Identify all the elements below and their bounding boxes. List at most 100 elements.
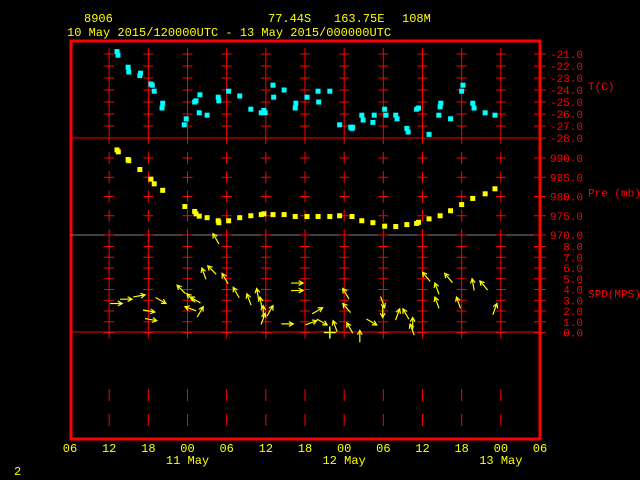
temperature-point bbox=[292, 105, 298, 111]
temperature-point bbox=[471, 105, 477, 111]
temperature-point bbox=[492, 112, 498, 118]
temperature-point bbox=[315, 88, 321, 94]
y-tick-label: 0.0 bbox=[563, 329, 583, 341]
pressure-point bbox=[416, 219, 422, 225]
x-tick-label: 18 bbox=[298, 442, 312, 456]
temperature-point bbox=[359, 112, 365, 118]
wind-arrow bbox=[260, 311, 267, 325]
temperature-point bbox=[270, 82, 276, 88]
pressure-point bbox=[248, 213, 254, 219]
station-id: 8906 bbox=[84, 12, 113, 26]
data-marks bbox=[110, 49, 499, 343]
y-tick-label: -25.0 bbox=[550, 98, 583, 110]
wind-arrow bbox=[110, 300, 124, 307]
temperature-point bbox=[226, 88, 232, 94]
x-tick-label: 06 bbox=[219, 442, 233, 456]
y-tick-label: -21.0 bbox=[550, 50, 583, 62]
x-tick-label: 18 bbox=[454, 442, 468, 456]
x-day-label: 11 May bbox=[166, 454, 209, 468]
wind-arrow bbox=[120, 296, 134, 303]
pressure-point bbox=[226, 218, 232, 224]
temperature-point bbox=[237, 93, 243, 99]
temperature-point bbox=[482, 110, 488, 116]
temperature-point bbox=[383, 112, 389, 118]
panel-label: Pre (mb) bbox=[588, 189, 640, 201]
pressure-point bbox=[281, 212, 287, 218]
temperature-point bbox=[125, 64, 131, 70]
pressure-point bbox=[359, 218, 365, 224]
y-tick-label: -22.0 bbox=[550, 62, 583, 74]
wind-arrow bbox=[443, 272, 453, 283]
temperature-point bbox=[293, 100, 299, 106]
temperature-point bbox=[416, 105, 422, 111]
panel-label: T(C) bbox=[588, 82, 614, 94]
wind-arrow bbox=[316, 318, 329, 326]
pressure-point bbox=[270, 212, 276, 218]
y-tick-label: -24.0 bbox=[550, 86, 583, 98]
temperature-point bbox=[149, 82, 155, 88]
y-tick-label: 985.0 bbox=[550, 173, 583, 185]
wind-arrow bbox=[433, 295, 440, 309]
wind-arrow bbox=[408, 322, 415, 336]
x-axis: 06 12 18 00 06 12 18 00 06 12 18 00 0611 May 12 May 13… bbox=[63, 442, 547, 468]
wind-arrow bbox=[232, 286, 240, 299]
temperature-point bbox=[137, 73, 143, 79]
period-label: 10 May 2015/120000UTC - 13 May 2015/0000… bbox=[67, 26, 391, 40]
wind-arrow bbox=[291, 280, 305, 286]
wind-arrow bbox=[311, 307, 324, 315]
pressure-point bbox=[448, 208, 454, 214]
temperature-point bbox=[460, 82, 466, 88]
temperature-point bbox=[349, 125, 355, 131]
pressure-point bbox=[327, 214, 333, 220]
wind-arrow bbox=[133, 292, 147, 299]
wind-arrow bbox=[200, 266, 207, 280]
pressure-point bbox=[160, 187, 166, 193]
temperature-point bbox=[426, 131, 432, 137]
wind-arrow bbox=[394, 307, 401, 321]
y-tick-label: -28.0 bbox=[550, 134, 583, 146]
temperature-point bbox=[405, 129, 411, 135]
x-tick-label: 06 bbox=[376, 442, 390, 456]
wind-arrow bbox=[245, 292, 252, 306]
temperature-point bbox=[126, 69, 132, 75]
wind-arrow bbox=[155, 296, 168, 305]
y-tick-label: -27.0 bbox=[550, 122, 583, 134]
pressure-point bbox=[437, 213, 443, 219]
temperature-point bbox=[448, 116, 454, 122]
pressure-point bbox=[492, 186, 498, 192]
y-tick-label: -26.0 bbox=[550, 110, 583, 122]
pressure-point bbox=[182, 204, 188, 210]
temperature-point bbox=[115, 52, 121, 58]
pressure-point bbox=[315, 214, 321, 220]
pressure-point bbox=[237, 215, 243, 221]
x-day-label: 12 May bbox=[323, 454, 366, 468]
x-day-label: 13 May bbox=[479, 454, 522, 468]
pressure-point bbox=[470, 195, 476, 201]
pressure-point bbox=[137, 167, 143, 173]
wind-arrow bbox=[421, 271, 431, 282]
pressure-point bbox=[482, 191, 488, 197]
wind-arrow bbox=[196, 305, 204, 318]
wind-arrow bbox=[366, 318, 378, 326]
wind-arrow bbox=[479, 279, 489, 291]
x-tick-label: 12 bbox=[259, 442, 273, 456]
panel-label: SPD(MPS) bbox=[588, 290, 640, 302]
temperature-point bbox=[159, 105, 165, 111]
pressure-point bbox=[459, 202, 465, 208]
temperature-point bbox=[327, 88, 333, 94]
x-tick-label: 12 bbox=[102, 442, 116, 456]
temperature-point bbox=[459, 88, 465, 94]
temperature-point bbox=[438, 100, 444, 106]
temperature-point bbox=[304, 94, 310, 100]
wind-arrow bbox=[331, 319, 338, 333]
y-tick-label: 970.0 bbox=[550, 231, 583, 243]
wind-calm-mark bbox=[323, 326, 336, 339]
x-tick-label: 06 bbox=[63, 442, 77, 456]
temperature-point bbox=[436, 112, 442, 118]
pressure-point bbox=[216, 220, 222, 226]
wind-arrow bbox=[305, 319, 318, 326]
temperature-point bbox=[160, 100, 166, 106]
temperature-point bbox=[197, 92, 203, 98]
pressure-point bbox=[126, 158, 132, 164]
wind-arrow bbox=[433, 281, 440, 295]
